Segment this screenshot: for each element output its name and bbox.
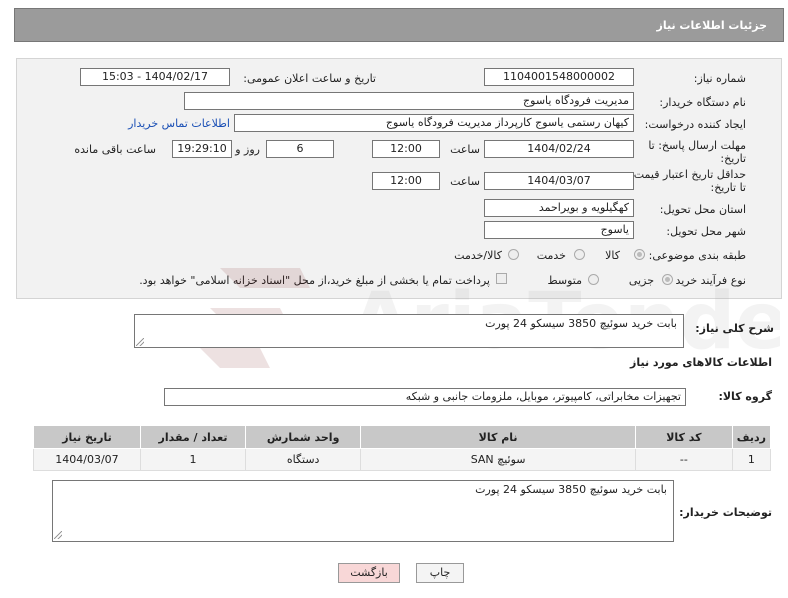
- page-title: جزئیات اطلاعات نیاز: [656, 19, 768, 32]
- goods-section-title: اطلاعات کالاهای مورد نیاز: [630, 356, 772, 369]
- deadline-date-field[interactable]: 1404/02/24: [484, 140, 634, 158]
- col-name-header: نام کالا: [360, 425, 636, 449]
- province-label: استان محل تحویل:: [659, 203, 746, 216]
- col-unit-header: واحد شمارش: [245, 425, 362, 449]
- buyer-org-field[interactable]: مدیریت فرودگاه یاسوج: [184, 92, 634, 110]
- days-remaining-field[interactable]: 6: [266, 140, 334, 158]
- city-label: شهر محل تحویل:: [666, 225, 746, 238]
- process-medium-radio[interactable]: [588, 274, 599, 285]
- category-both-label: کالا/خدمت: [454, 249, 502, 262]
- category-service-radio[interactable]: [574, 249, 585, 260]
- col-qty-header: تعداد / مقدار: [139, 425, 247, 449]
- back-button[interactable]: بازگشت: [338, 563, 400, 583]
- validity-label-date: تا تاریخ:: [710, 181, 746, 194]
- announce-datetime-label: تاریخ و ساعت اعلان عمومی:: [243, 72, 376, 85]
- buyer-org-label: نام دستگاه خریدار:: [659, 96, 746, 109]
- contact-info-link[interactable]: اطلاعات تماس خریدار: [128, 117, 230, 130]
- treasury-payment-note: پرداخت تمام یا بخشی از مبلغ خرید،از محل …: [139, 274, 490, 287]
- col-row-header: ردیف: [731, 425, 772, 449]
- creator-label: ایجاد کننده درخواست:: [644, 118, 746, 131]
- category-goods-radio[interactable]: [634, 249, 645, 260]
- col-code-header: کد کالا: [634, 425, 733, 449]
- resize-grip-icon[interactable]: [136, 338, 144, 346]
- goods-group-field[interactable]: تجهیزات مخابراتی، کامپیوتر، موبایل، ملزو…: [164, 388, 686, 406]
- category-label: طبقه بندی موضوعی:: [648, 249, 746, 262]
- buyer-notes-label: توضیحات خریدار:: [679, 506, 772, 519]
- goods-name-cell: سوئیچ SAN: [360, 448, 636, 471]
- validity-label: حداقل تاریخ اعتبار قیمت:: [630, 168, 746, 181]
- process-minor-label: جزیی: [628, 274, 654, 287]
- deadline-time-label: ساعت: [450, 143, 480, 156]
- province-field[interactable]: کهگیلویه و بویراحمد: [484, 199, 634, 217]
- goods-code-cell: --: [634, 448, 733, 471]
- need-date-cell: 1404/03/07: [33, 448, 141, 471]
- remaining-time-label: ساعت باقی مانده: [74, 143, 156, 156]
- process-medium-label: متوسط: [547, 274, 582, 287]
- unit-cell: دستگاه: [245, 448, 362, 471]
- table-header-row: ردیف کد کالا نام کالا واحد شمارش تعداد /…: [33, 425, 772, 449]
- announce-datetime-field[interactable]: 1404/02/17 - 15:03: [80, 68, 230, 86]
- deadline-label-date: تاریخ:: [720, 152, 746, 165]
- print-button[interactable]: چاپ: [416, 563, 464, 583]
- treasury-payment-checkbox[interactable]: [496, 273, 507, 284]
- goods-table: ردیف کد کالا نام کالا واحد شمارش تعداد /…: [33, 425, 772, 471]
- deadline-label: مهلت ارسال پاسخ: تا: [648, 139, 746, 152]
- validity-time-label: ساعت: [450, 175, 480, 188]
- quantity-cell: 1: [139, 448, 247, 471]
- process-minor-radio[interactable]: [662, 274, 673, 285]
- validity-time-field[interactable]: 12:00: [372, 172, 440, 190]
- need-number-field[interactable]: 1104001548000002: [484, 68, 634, 86]
- description-label: شرح کلی نیاز:: [695, 322, 774, 335]
- goods-group-label: گروه کالا:: [718, 390, 772, 403]
- days-label: روز و: [235, 143, 260, 156]
- category-both-radio[interactable]: [508, 249, 519, 260]
- col-date-header: تاریخ نیاز: [33, 425, 141, 449]
- description-textarea[interactable]: بابت خرید سوئیچ 3850 سیسکو 24 پورت: [134, 314, 684, 348]
- resize-grip-icon[interactable]: [54, 531, 62, 539]
- city-field[interactable]: یاسوج: [484, 221, 634, 239]
- row-number-cell: 1: [731, 448, 772, 471]
- buyer-notes-textarea[interactable]: بابت خرید سوئیچ 3850 سیسکو 24 پورت: [52, 480, 674, 542]
- table-row[interactable]: 1 -- سوئیچ SAN دستگاه 1 1404/03/07: [33, 448, 772, 471]
- creator-field[interactable]: کیهان رستمی یاسوج کارپرداز مدیریت فرودگا…: [234, 114, 634, 132]
- validity-date-field[interactable]: 1404/03/07: [484, 172, 634, 190]
- category-goods-label: کالا: [605, 249, 620, 262]
- process-label: نوع فرآیند خرید :: [668, 274, 746, 287]
- need-number-label: شماره نیاز:: [693, 72, 746, 85]
- deadline-time-field[interactable]: 12:00: [372, 140, 440, 158]
- remaining-time-field[interactable]: 19:29:10: [172, 140, 232, 158]
- category-service-label: خدمت: [536, 249, 566, 262]
- page-header: جزئیات اطلاعات نیاز: [14, 8, 784, 42]
